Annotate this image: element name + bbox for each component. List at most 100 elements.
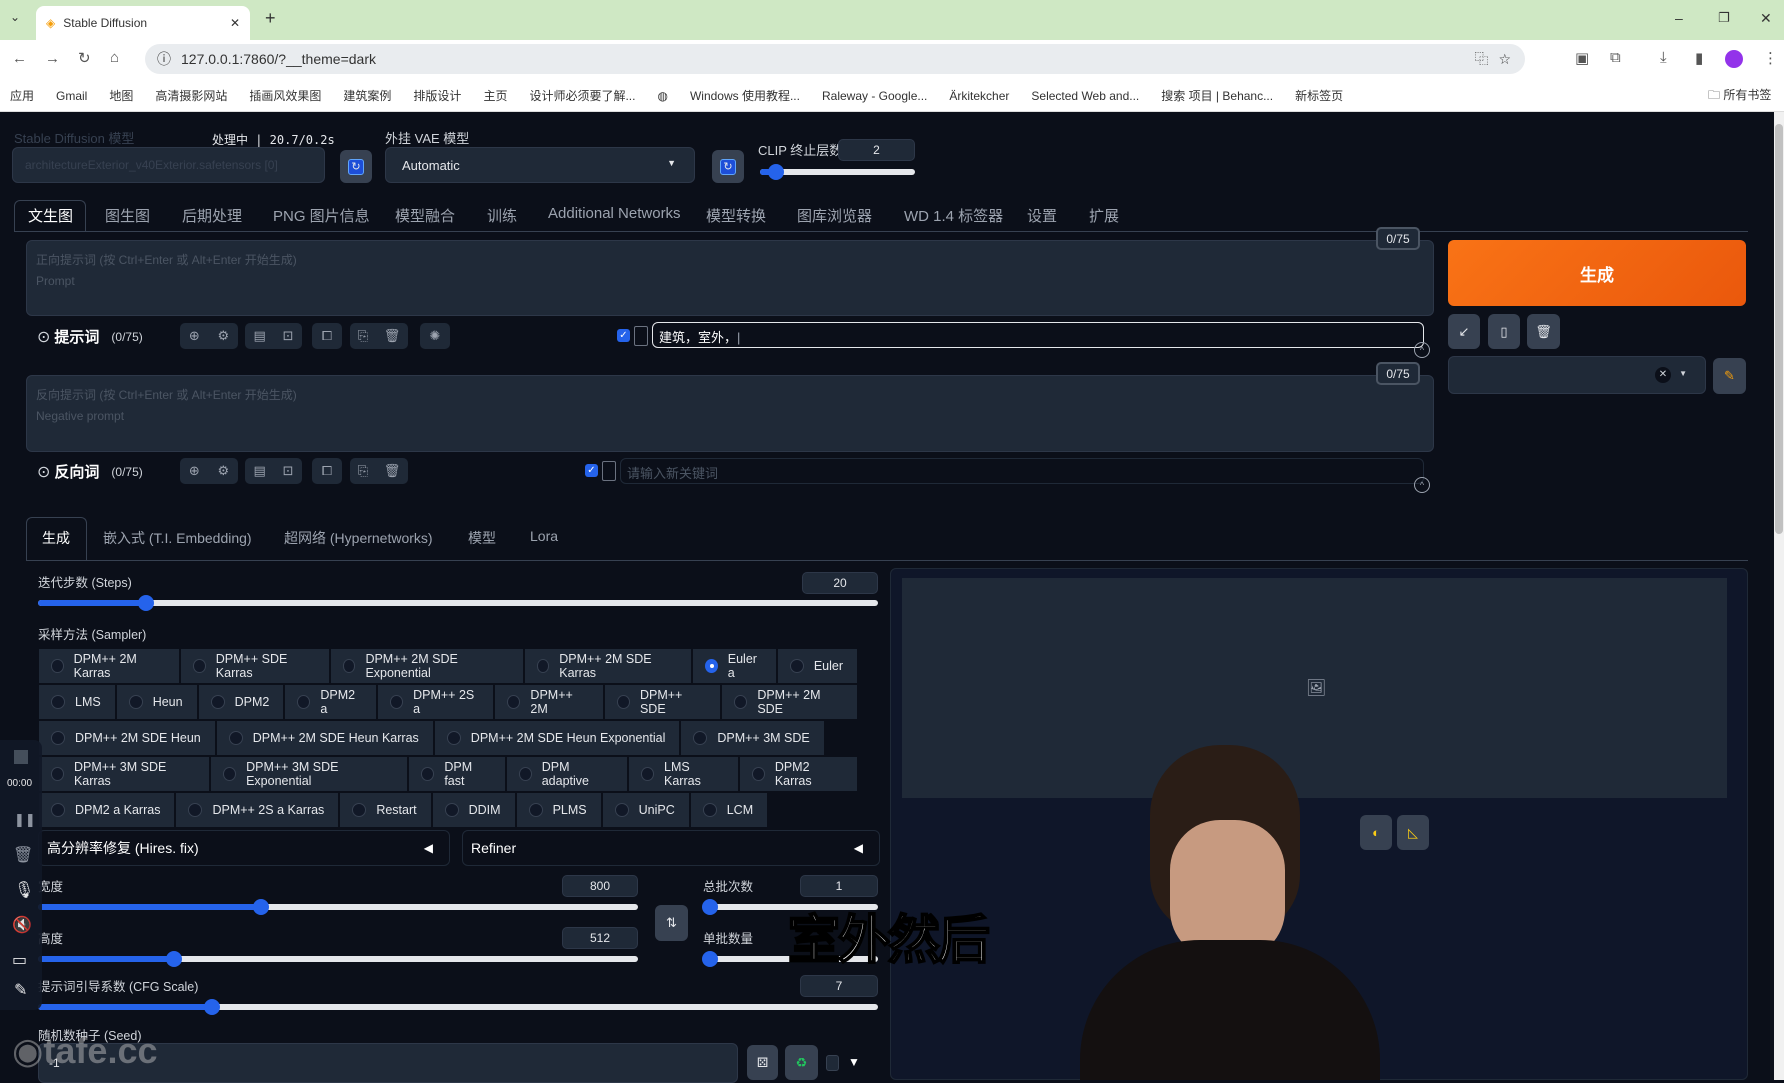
sampler-option[interactable]: DPM++ 2S a Karras	[175, 792, 340, 828]
tag-toggle[interactable]	[634, 326, 648, 346]
tab-11[interactable]: 扩展	[1089, 205, 1119, 226]
radio-button[interactable]	[51, 803, 65, 817]
bookmark-item[interactable]: 高清摄影网站	[155, 87, 227, 104]
bookmark-item[interactable]: 搜索 项目 | Behanc...	[1161, 87, 1273, 104]
radio-button[interactable]	[641, 767, 655, 781]
read-params-button[interactable]: ↙	[1448, 314, 1480, 349]
subtab-3[interactable]: 模型	[468, 528, 496, 548]
radio-button[interactable]	[51, 767, 64, 781]
vae-dropdown[interactable]: Automatic ▼	[385, 147, 695, 183]
sampler-option[interactable]: DPM2 Karras	[738, 756, 858, 792]
radio-button[interactable]	[446, 731, 461, 745]
bookmark-item[interactable]: 主页	[483, 87, 507, 104]
sampler-option[interactable]: DPM++ 2M Karras	[38, 648, 181, 684]
tab-8[interactable]: 图库浏览器	[797, 205, 872, 226]
radio-button[interactable]	[444, 803, 459, 817]
slider-thumb[interactable]	[165, 951, 182, 967]
collapse-icon[interactable]: ^	[1414, 342, 1430, 358]
radio-button[interactable]	[342, 659, 356, 673]
bookmark-item[interactable]: ◍	[657, 89, 667, 103]
slider-thumb[interactable]	[252, 899, 269, 915]
sampler-option[interactable]: DPM++ 2S a	[376, 684, 495, 720]
copy-icon[interactable]: ⎘	[358, 328, 368, 344]
negative-prompt-textarea[interactable]: 反向提示词 (按 Ctrl+Enter 或 Alt+Enter 开始生成) Ne…	[26, 375, 1434, 452]
copy-icon[interactable]: ⎘	[358, 463, 368, 479]
radio-button[interactable]	[51, 731, 65, 745]
menu-icon[interactable]: ⋮	[1763, 49, 1778, 67]
sampler-option[interactable]: LMS Karras	[628, 756, 739, 792]
tab-6[interactable]: Additional Networks	[548, 205, 681, 222]
caret-down-icon[interactable]: ▼	[848, 1055, 860, 1069]
subtab-0[interactable]: 生成	[42, 528, 70, 548]
radio-button[interactable]	[223, 767, 237, 781]
sampler-option[interactable]: DDIM	[431, 792, 516, 828]
random-seed-button[interactable]: ⚄	[747, 1045, 778, 1080]
radio-button[interactable]	[702, 803, 717, 817]
negative-tag-checkbox[interactable]: ✓	[585, 464, 598, 477]
sidepanel-icon[interactable]: ▮	[1695, 49, 1703, 67]
prompt-tag-input[interactable]: 建筑，室外，|	[652, 322, 1424, 348]
radio-button[interactable]	[421, 767, 435, 781]
tab-10[interactable]: 设置	[1027, 205, 1057, 226]
radio-button[interactable]	[128, 695, 143, 709]
radio-button[interactable]	[751, 767, 765, 781]
bookmark-item[interactable]: Windows 使用教程...	[690, 87, 800, 104]
prompt-tag-checkbox[interactable]: ✓	[617, 329, 630, 342]
bookmark-item[interactable]: Gmail	[56, 89, 87, 103]
bookmark-item[interactable]: 应用	[10, 87, 34, 104]
slider-thumb[interactable]	[767, 164, 784, 180]
sampler-option[interactable]: DPM2 a Karras	[38, 792, 176, 828]
sampler-option[interactable]: DPM++ SDE Karras	[180, 648, 330, 684]
pause-icon[interactable]: ❚❚	[14, 812, 36, 828]
radio-button[interactable]	[51, 695, 65, 709]
browser-tab[interactable]: ◈ Stable Diffusion ✕	[36, 6, 250, 40]
width-input[interactable]: 800	[562, 875, 638, 897]
tab-7[interactable]: 模型转换	[706, 205, 766, 226]
speaker-muted-icon[interactable]: 🔇	[12, 915, 32, 935]
bookmark-item[interactable]: 建筑案例	[343, 87, 391, 104]
sampler-option[interactable]: DPM fast	[408, 756, 506, 792]
globe-icon[interactable]: ⊕	[189, 463, 200, 479]
slider-thumb[interactable]	[137, 595, 154, 611]
page-scrollbar[interactable]	[1774, 112, 1784, 1080]
swap-dimensions-button[interactable]: ⇅	[655, 905, 688, 941]
prompt-textarea[interactable]: 正向提示词 (按 Ctrl+Enter 或 Alt+Enter 开始生成) Pr…	[26, 240, 1434, 316]
globe-icon[interactable]: ⊕	[189, 328, 200, 344]
radio-button[interactable]	[228, 731, 243, 745]
negative-section-toggle[interactable]: ⊙ 反向词 (0/75)	[37, 461, 143, 482]
back-icon[interactable]: ←	[12, 50, 27, 67]
radio-button[interactable]	[188, 803, 203, 817]
sampler-option[interactable]: DPM++ 2M SDE Karras	[523, 648, 692, 684]
new-tab-icon[interactable]: +	[265, 8, 276, 29]
radio-button[interactable]	[389, 695, 404, 709]
send-to-extras-ruler-button[interactable]: ◺	[1397, 815, 1429, 850]
slider-thumb[interactable]	[702, 899, 718, 915]
tab-search-icon[interactable]: ⌄	[10, 10, 20, 24]
tab-2[interactable]: 后期处理	[182, 205, 242, 226]
sampler-option[interactable]: DPM++ 2M	[494, 684, 604, 720]
sampler-option[interactable]: LCM	[689, 792, 769, 828]
openai-icon[interactable]: ✺	[430, 328, 441, 344]
camera-icon[interactable]: ▭	[12, 950, 27, 970]
radio-button[interactable]	[614, 803, 629, 817]
tab-9[interactable]: WD 1.4 标签器	[904, 205, 1003, 226]
sampler-option[interactable]: DPM++ 2M SDE Heun	[38, 720, 216, 756]
steps-input[interactable]: 20	[802, 572, 878, 594]
extra-seed-checkbox[interactable]	[826, 1055, 839, 1071]
radio-button[interactable]	[704, 659, 718, 673]
sampler-option[interactable]: Heun	[115, 684, 198, 720]
collapse-icon[interactable]: ^	[1414, 477, 1430, 493]
sampler-option[interactable]: DPM++ 2M SDE Heun Exponential	[433, 720, 681, 756]
sampler-option[interactable]: DPM++ 3M SDE Exponential	[210, 756, 409, 792]
restore-icon[interactable]: ❐	[1718, 10, 1730, 26]
sampler-option[interactable]: LMS	[38, 684, 116, 720]
tab-3[interactable]: PNG 图片信息	[273, 205, 370, 226]
bookmark-item[interactable]: Raleway - Google...	[822, 89, 927, 103]
radio-button[interactable]	[616, 695, 630, 709]
trash-icon[interactable]: 🗑	[384, 463, 401, 479]
styles-dropdown[interactable]: ✕ ▼	[1448, 356, 1706, 394]
steps-slider[interactable]	[38, 595, 878, 611]
scrollbar-thumb[interactable]	[1775, 124, 1783, 534]
bookmark-item[interactable]: Ärkitekcher	[949, 89, 1009, 103]
bookmark-icon[interactable]: ⊡	[283, 328, 294, 344]
